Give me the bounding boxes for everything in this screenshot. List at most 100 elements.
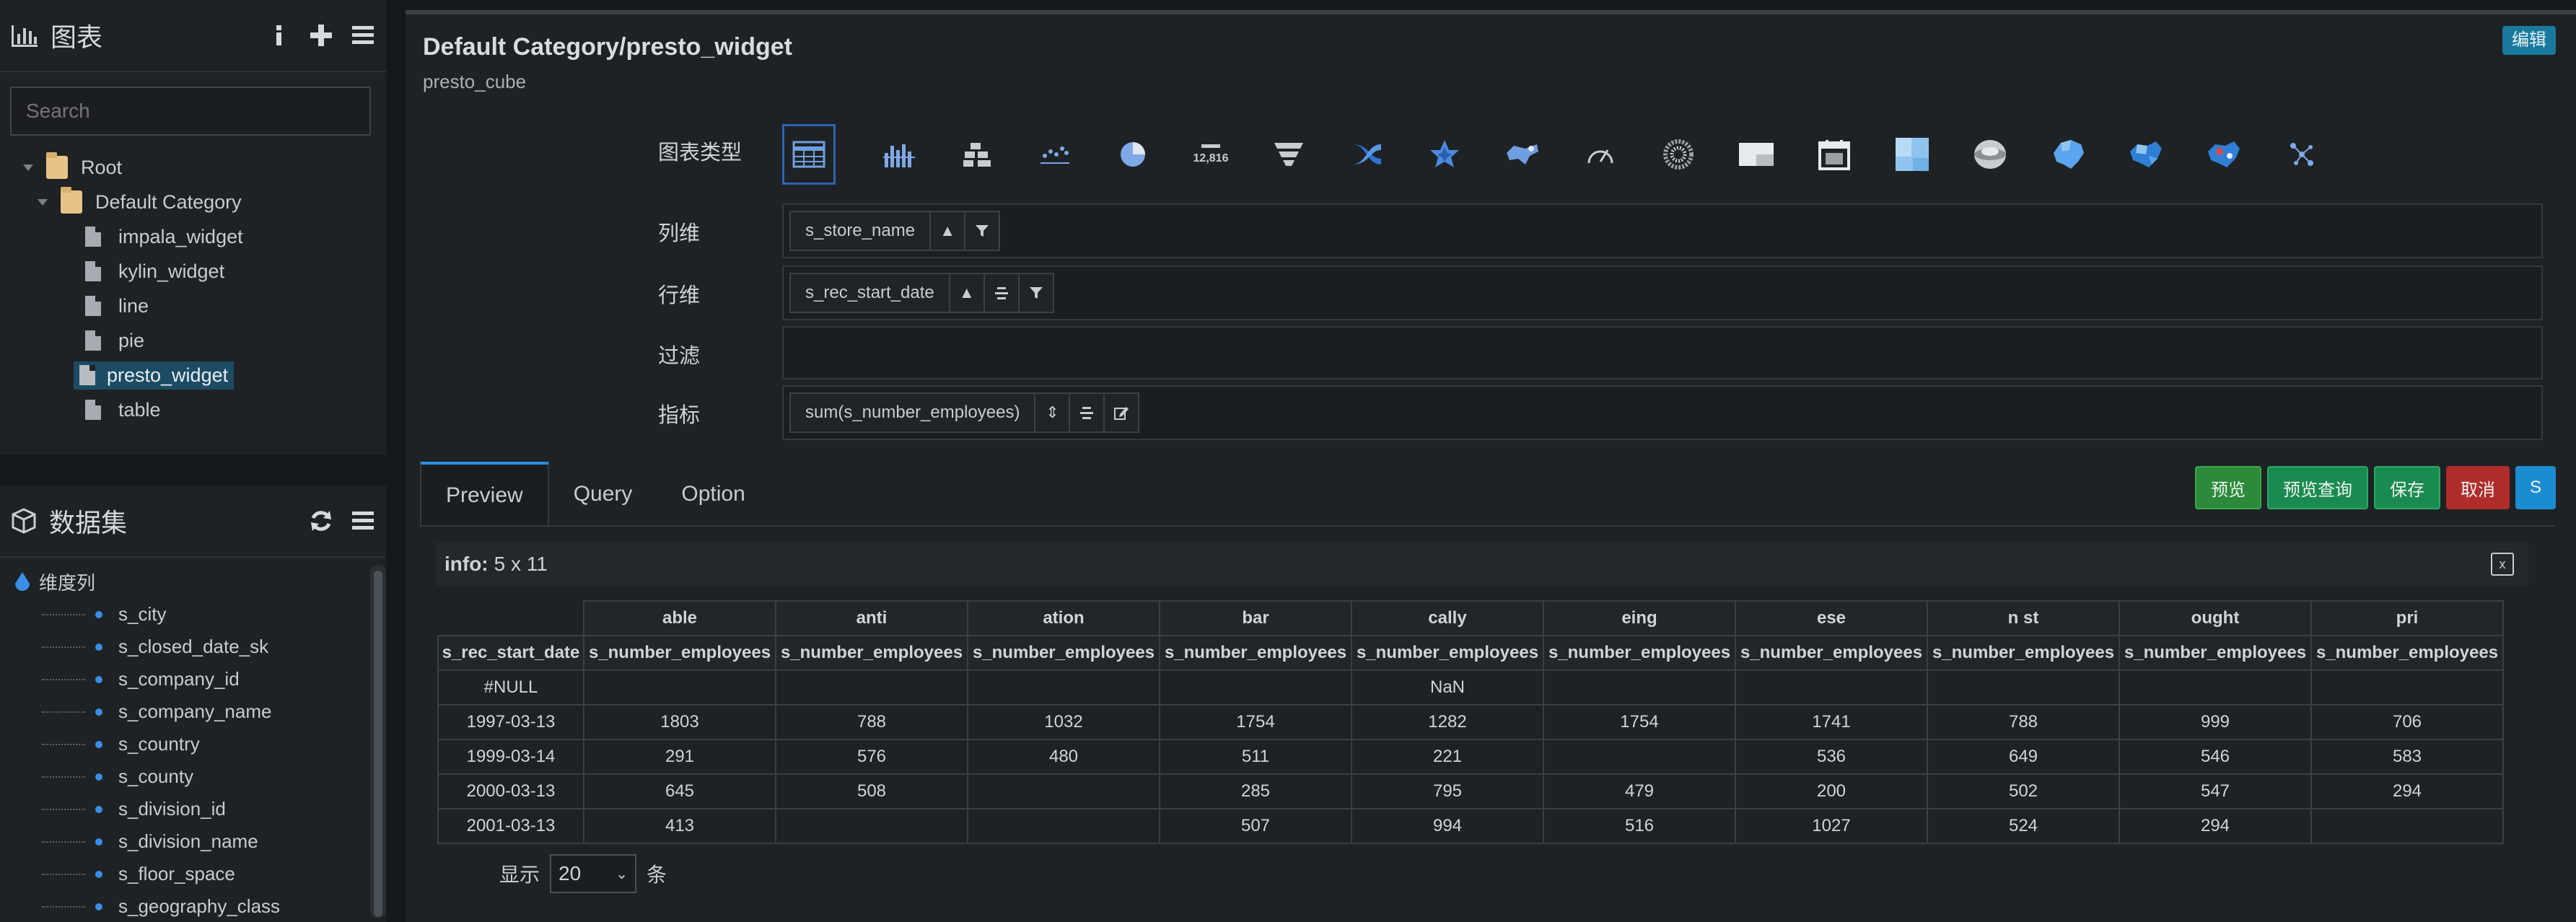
sort-asc-icon[interactable]: ▲: [929, 212, 964, 250]
chart-type-pie[interactable]: [1094, 124, 1172, 185]
preview-button[interactable]: 预览: [2194, 466, 2261, 509]
chart-type-stacked-bar[interactable]: [938, 124, 1016, 185]
s-button[interactable]: S: [2515, 466, 2556, 509]
column-header[interactable]: bar: [1159, 600, 1352, 636]
metric-header[interactable]: s_number_employees: [2310, 635, 2504, 671]
metric-header[interactable]: s_number_employees: [1543, 635, 1736, 671]
dimension-item[interactable]: s_closed_date_sk: [0, 631, 368, 663]
metric-header[interactable]: s_number_employees: [967, 635, 1160, 671]
bar-chart-icon: [12, 25, 38, 47]
sort-icon[interactable]: ⇕: [1034, 394, 1069, 431]
dimension-item[interactable]: s_county: [0, 760, 368, 793]
metric-header[interactable]: s_number_employees: [1351, 635, 1544, 671]
add-icon[interactable]: [308, 22, 334, 48]
chart-type-table[interactable]: [782, 124, 836, 185]
metric-header[interactable]: s_number_employees: [583, 635, 776, 671]
cancel-button[interactable]: 取消: [2445, 466, 2510, 509]
chart-type-map[interactable]: [1484, 124, 1561, 185]
column-header[interactable]: eing: [1543, 600, 1736, 636]
chart-type-globe[interactable]: [1951, 124, 2029, 185]
chart-type-world-map[interactable]: [2107, 124, 2185, 185]
dimension-item[interactable]: s_division_id: [0, 793, 368, 825]
column-header[interactable]: ation: [967, 600, 1160, 636]
tree-item-impala-widget[interactable]: impala_widget: [0, 219, 386, 254]
chart-type-scatter[interactable]: [1016, 124, 1094, 185]
chart-type-treemap[interactable]: [1873, 124, 1951, 185]
filter-icon[interactable]: [1017, 274, 1053, 312]
pager-unit-label: 条: [647, 864, 667, 886]
rows-dropzone[interactable]: s_rec_start_date ▲: [782, 265, 2543, 320]
metric-header[interactable]: s_number_employees: [2119, 635, 2312, 671]
sort-asc-icon[interactable]: ▲: [948, 274, 983, 312]
info-icon[interactable]: [266, 22, 292, 48]
dimension-item[interactable]: s_division_name: [0, 825, 368, 858]
filter-dropzone[interactable]: [782, 326, 2543, 379]
table-cell: [1735, 669, 1928, 706]
dataset-panel-title: 数据集: [49, 508, 128, 537]
chart-type-calendar[interactable]: [1795, 124, 1873, 185]
chart-type-radar[interactable]: [1406, 124, 1484, 185]
column-chip[interactable]: s_store_name ▲: [789, 211, 1001, 251]
edit-button[interactable]: 编辑: [2502, 26, 2556, 55]
chart-type-sankey[interactable]: [1328, 124, 1406, 185]
metric-header[interactable]: s_number_employees: [1735, 635, 1928, 671]
metric-header[interactable]: s_number_employees: [1927, 635, 2120, 671]
chart-type-province-map[interactable]: [2185, 124, 2263, 185]
dimension-root[interactable]: 维度列: [0, 565, 368, 598]
collapse-icon[interactable]: [23, 164, 33, 171]
chart-type-relation[interactable]: [2263, 124, 2341, 185]
dimension-scrollbar[interactable]: [370, 565, 386, 918]
metric-chip[interactable]: sum(s_number_employees) ⇕: [789, 392, 1140, 433]
table-cell: [1543, 669, 1736, 706]
tree-item-kylin-widget[interactable]: kylin_widget: [0, 254, 386, 289]
menu-icon[interactable]: [350, 22, 376, 48]
chart-type-china-map[interactable]: [2029, 124, 2107, 185]
column-header[interactable]: cally: [1351, 600, 1544, 636]
tree-category[interactable]: Default Category: [0, 185, 386, 219]
dimension-item[interactable]: s_company_name: [0, 695, 368, 728]
search-input[interactable]: [10, 87, 371, 136]
tree-item-table[interactable]: table: [0, 392, 386, 427]
chart-type-number[interactable]: 12,816: [1172, 124, 1250, 185]
tab-preview[interactable]: Preview: [420, 462, 549, 527]
tab-option[interactable]: Option: [657, 462, 769, 527]
save-button[interactable]: 保存: [2373, 466, 2440, 509]
dimension-item[interactable]: s_country: [0, 728, 368, 760]
dimension-item[interactable]: s_geography_class: [0, 890, 368, 922]
align-center-icon[interactable]: [1069, 394, 1103, 431]
tree-item-pie[interactable]: pie: [0, 323, 386, 358]
metric-header[interactable]: s_number_employees: [775, 635, 968, 671]
column-header[interactable]: ought: [2119, 600, 2312, 636]
column-header[interactable]: pri: [2310, 600, 2504, 636]
columns-dropzone[interactable]: s_store_name ▲: [782, 203, 2543, 258]
align-center-icon[interactable]: [983, 274, 1018, 312]
preview-query-button[interactable]: 预览查询: [2266, 466, 2368, 509]
dimension-item[interactable]: s_city: [0, 598, 368, 631]
collapse-icon[interactable]: [38, 198, 48, 206]
metric-header[interactable]: s_number_employees: [1159, 635, 1352, 671]
chart-type-gauge[interactable]: [1561, 124, 1639, 185]
column-header[interactable]: able: [583, 600, 776, 636]
row-dimension-header[interactable]: s_rec_start_date: [437, 635, 584, 671]
dimension-item[interactable]: s_floor_space: [0, 858, 368, 890]
row-chip[interactable]: s_rec_start_date ▲: [789, 273, 1054, 313]
tree-item-presto-widget[interactable]: presto_widget: [0, 358, 386, 392]
page-size-select[interactable]: 20 ⌄: [550, 854, 637, 893]
filter-icon[interactable]: [964, 212, 999, 250]
tree-root[interactable]: Root: [0, 150, 386, 185]
chart-type-heatmap[interactable]: [1717, 124, 1795, 185]
dimension-item[interactable]: s_company_id: [0, 663, 368, 695]
tree-item-line[interactable]: line: [0, 289, 386, 323]
chart-type-funnel[interactable]: [1250, 124, 1328, 185]
metrics-dropzone[interactable]: sum(s_number_employees) ⇕: [782, 385, 2543, 440]
column-header[interactable]: anti: [775, 600, 968, 636]
chart-type-wordcloud[interactable]: [1639, 124, 1717, 185]
menu-icon[interactable]: [350, 508, 376, 534]
refresh-icon[interactable]: [308, 508, 334, 534]
chart-type-bar[interactable]: [860, 124, 938, 185]
column-header[interactable]: ese: [1735, 600, 1928, 636]
edit-icon[interactable]: [1103, 394, 1138, 431]
column-header[interactable]: n st: [1927, 600, 2120, 636]
tab-query[interactable]: Query: [549, 462, 657, 527]
export-excel-icon[interactable]: x: [2491, 553, 2514, 576]
